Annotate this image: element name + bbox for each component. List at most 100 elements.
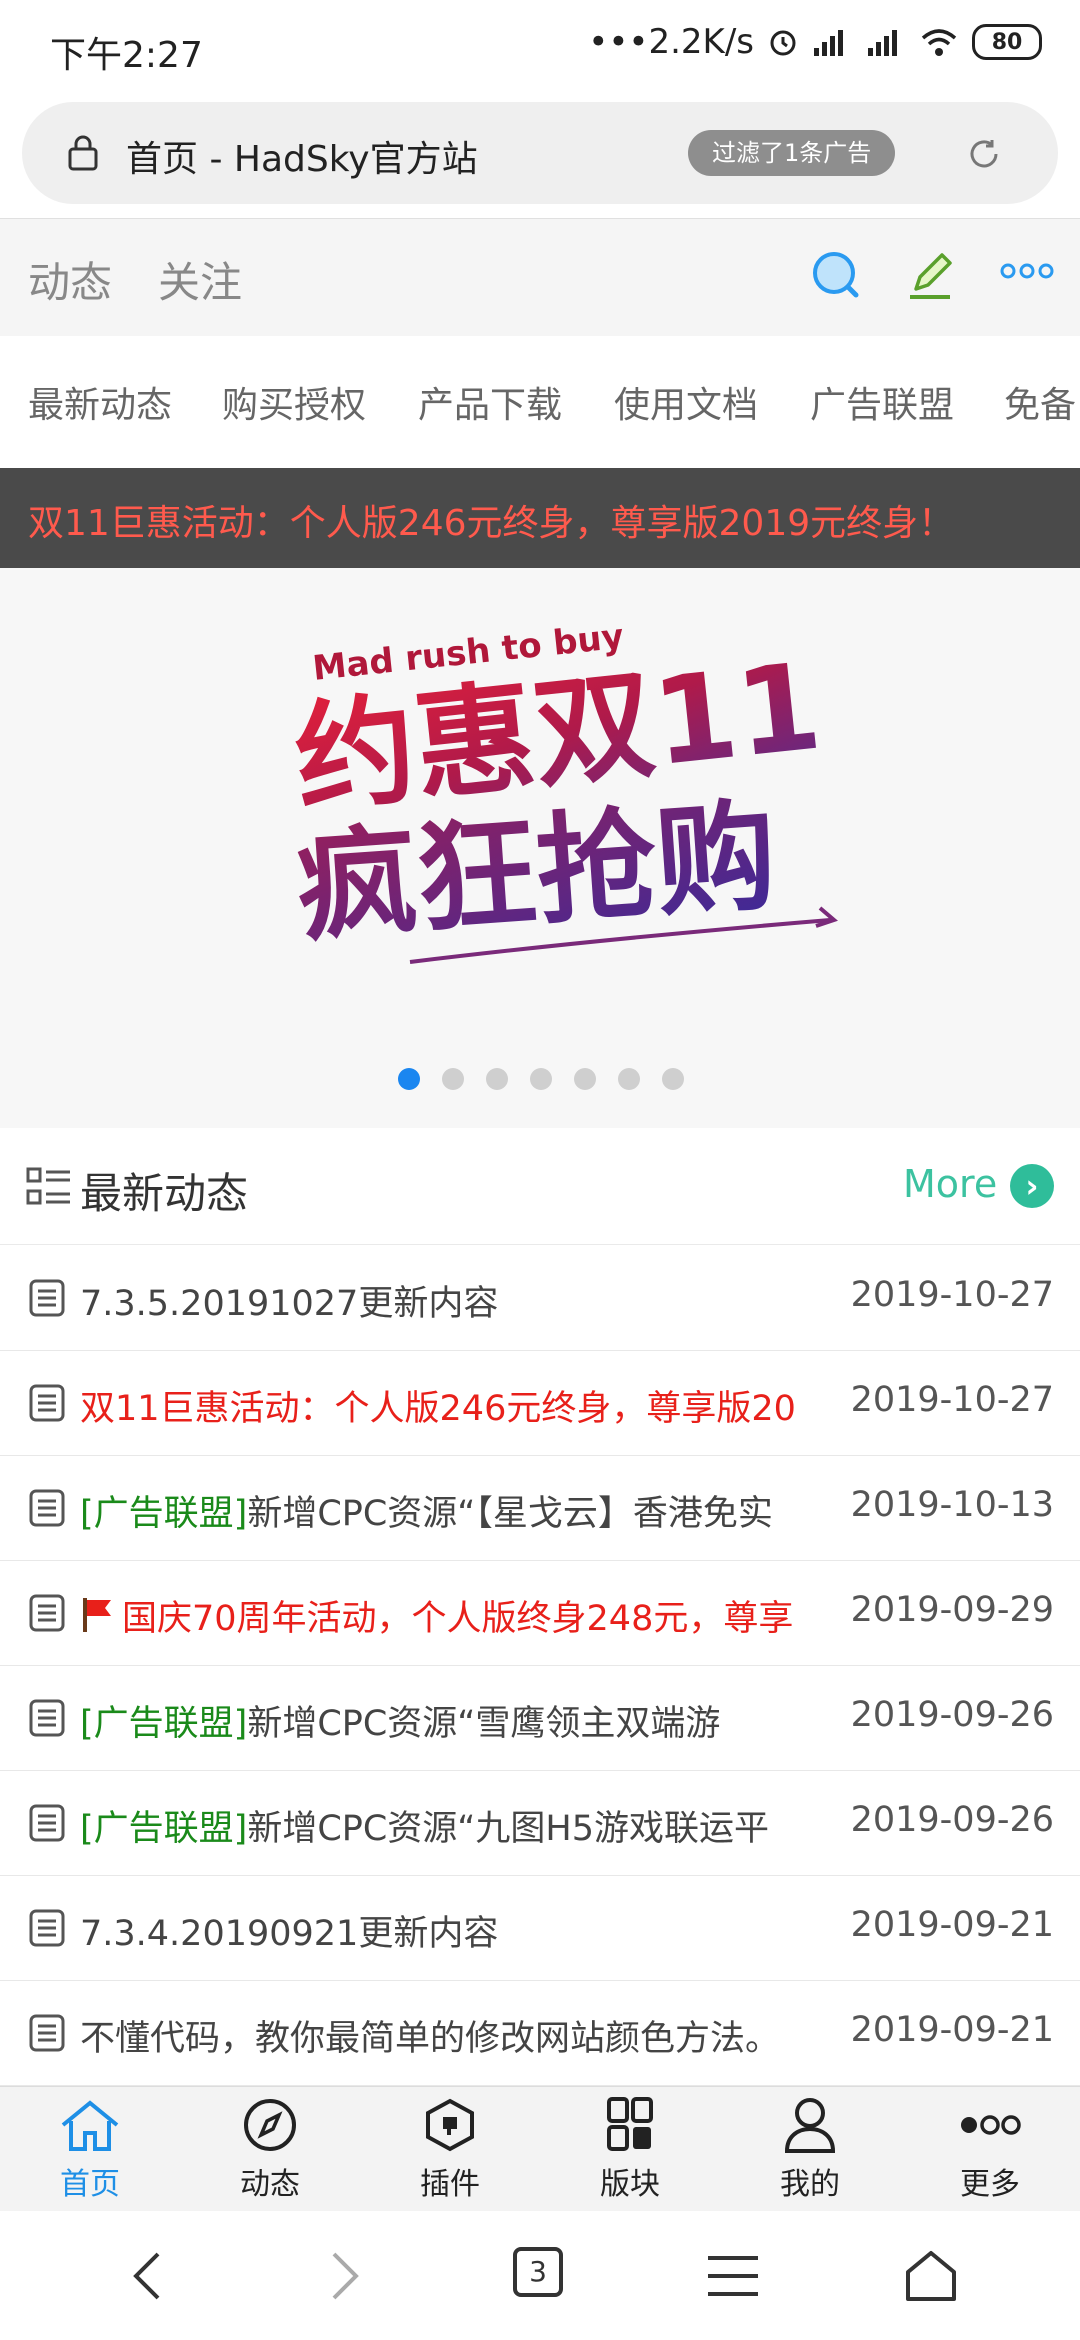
news-prefix-tag: [广告联盟]: [80, 1704, 248, 1744]
news-date: 2019-10-13: [850, 1485, 1054, 1525]
tab-mine[interactable]: 我的: [740, 2097, 880, 2203]
category-item[interactable]: 最新动态: [28, 376, 172, 428]
more-dots-icon: [961, 2115, 1021, 2135]
news-prefix-tag: [广告联盟]: [80, 1809, 248, 1849]
category-item[interactable]: 免备: [1004, 376, 1076, 428]
section-title: 最新动态: [80, 1169, 249, 1218]
news-title-text: 国庆70周年活动，个人版终身248元，尊享: [122, 1599, 794, 1639]
news-row[interactable]: [广告联盟]新增CPC资源“雪鹰领主双端游 2019-09-26: [0, 1666, 1080, 1771]
news-title[interactable]: [广告联盟]新增CPC资源“【星戈云】香港免实: [80, 1485, 836, 1536]
category-item[interactable]: 广告联盟: [810, 376, 954, 428]
forward-icon[interactable]: [322, 2250, 366, 2302]
news-date: 2019-09-21: [850, 2010, 1054, 2050]
document-icon: [29, 1804, 65, 1842]
signal-icon: [868, 30, 897, 56]
edit-icon[interactable]: [906, 249, 956, 301]
home-icon[interactable]: [904, 2250, 958, 2302]
flag-icon: [83, 1598, 111, 1632]
news-title[interactable]: 7.3.5.20191027更新内容: [80, 1275, 836, 1326]
tab-boards-label: 版块: [600, 2167, 660, 2202]
news-title[interactable]: [广告联盟]新增CPC资源“雪鹰领主双端游: [80, 1695, 836, 1746]
news-row[interactable]: 7.3.5.20191027更新内容 2019-10-27: [0, 1246, 1080, 1351]
news-date: 2019-10-27: [850, 1275, 1054, 1315]
carousel-dot[interactable]: [530, 1068, 552, 1090]
tab-home[interactable]: 首页: [20, 2097, 160, 2203]
tab-plugins[interactable]: 插件: [380, 2097, 520, 2203]
news-title[interactable]: 国庆70周年活动，个人版终身248元，尊享: [80, 1590, 836, 1641]
user-icon: [784, 2098, 836, 2153]
compass-icon: [244, 2099, 296, 2151]
news-title-text: 7.3.5.20191027更新内容: [80, 1284, 499, 1324]
document-icon: [29, 1279, 65, 1317]
news-date: 2019-09-26: [850, 1800, 1054, 1840]
promo-banner[interactable]: Mad rush to buy 约惠双11 疯狂抢购: [0, 568, 1080, 1128]
news-title-text: 新增CPC资源“九图H5游戏联运平: [247, 1809, 770, 1849]
news-date: 2019-09-26: [850, 1695, 1054, 1735]
category-item[interactable]: 产品下载: [418, 376, 562, 428]
alarm-icon: [770, 30, 796, 56]
home-icon: [61, 2100, 119, 2151]
news-row[interactable]: 双11巨惠活动：个人版246元终身，尊享版20 2019-10-27: [0, 1351, 1080, 1456]
page-title[interactable]: 首页 - HadSky官方站: [126, 130, 478, 182]
document-icon: [29, 1909, 65, 1947]
news-row[interactable]: [广告联盟]新增CPC资源“九图H5游戏联运平 2019-09-26: [0, 1771, 1080, 1876]
address-bar[interactable]: 首页 - HadSky官方站 过滤了1条广告: [22, 102, 1058, 204]
news-prefix-tag: [广告联盟]: [80, 1494, 248, 1534]
news-title[interactable]: [广告联盟]新增CPC资源“九图H5游戏联运平: [80, 1800, 836, 1851]
tabs-icon[interactable]: 3: [512, 2246, 564, 2298]
ad-filter-badge[interactable]: 过滤了1条广告: [688, 130, 896, 176]
status-indicators: •••2.2K/s 80: [588, 22, 1042, 62]
news-row[interactable]: 7.3.4.20190921更新内容 2019-09-21: [0, 1876, 1080, 1981]
status-time: 下午2:27: [50, 35, 203, 76]
news-title-text: 7.3.4.20190921更新内容: [80, 1914, 499, 1954]
bottom-tab-bar: 首页 动态 插件 版块 我的 更多: [0, 2086, 1080, 2211]
top-nav: 动态 关注: [0, 218, 1080, 338]
document-icon: [29, 1489, 65, 1527]
lock-icon: [68, 135, 98, 171]
announcement-text[interactable]: 双11巨惠活动：个人版246元终身，尊享版2019元终身！: [28, 494, 954, 546]
tab-dynamic[interactable]: 动态: [200, 2097, 340, 2203]
carousel-dot[interactable]: [442, 1068, 464, 1090]
tab-boards[interactable]: 版块: [560, 2097, 700, 2203]
news-title[interactable]: 不懂代码，教你最简单的修改网站颜色方法。: [80, 2010, 836, 2061]
document-icon: [29, 1594, 65, 1632]
category-item[interactable]: 使用文档: [614, 376, 758, 428]
news-date: 2019-09-29: [850, 1590, 1054, 1630]
carousel-dot[interactable]: [574, 1068, 596, 1090]
system-nav: 3: [0, 2212, 1080, 2340]
news-row[interactable]: 不懂代码，教你最简单的修改网站颜色方法。 2019-09-21: [0, 1981, 1080, 2086]
news-date: 2019-09-21: [850, 1905, 1054, 1945]
more-icon[interactable]: [1000, 259, 1054, 283]
news-title[interactable]: 双11巨惠活动：个人版246元终身，尊享版20: [80, 1380, 836, 1431]
carousel-dots: [398, 1068, 684, 1090]
tab-more-label: 更多: [960, 2167, 1020, 2202]
battery-indicator: 80: [972, 24, 1042, 60]
carousel-dot[interactable]: [398, 1068, 420, 1090]
carousel-dot[interactable]: [618, 1068, 640, 1090]
banner-graphic: Mad rush to buy 约惠双11 疯狂抢购: [290, 617, 838, 964]
tab-mine-label: 我的: [780, 2167, 840, 2202]
tab-dongtai[interactable]: 动态: [28, 249, 112, 310]
carousel-dot[interactable]: [662, 1068, 684, 1090]
news-title[interactable]: 7.3.4.20190921更新内容: [80, 1905, 836, 1956]
news-row[interactable]: 国庆70周年活动，个人版终身248元，尊享 2019-09-29: [0, 1561, 1080, 1666]
tab-home-label: 首页: [60, 2167, 120, 2202]
plugin-icon: [426, 2098, 474, 2152]
category-item[interactable]: 购买授权: [222, 376, 366, 428]
news-list: 7.3.5.20191027更新内容 2019-10-27 双11巨惠活动：个人版2…: [0, 1246, 1080, 2086]
more-link[interactable]: More: [903, 1162, 997, 1206]
carousel-dot[interactable]: [486, 1068, 508, 1090]
search-icon[interactable]: [810, 249, 862, 301]
reload-icon[interactable]: [964, 134, 1004, 174]
list-icon: [26, 1167, 70, 1205]
tab-plugins-label: 插件: [420, 2167, 480, 2202]
announcement-bar[interactable]: 双11巨惠活动：个人版246元终身，尊享版2019元终身！: [0, 468, 1080, 568]
tab-more[interactable]: 更多: [920, 2097, 1060, 2203]
chevron-right-icon[interactable]: ›: [1010, 1164, 1054, 1208]
news-title-text: 不懂代码，教你最简单的修改网站颜色方法。: [80, 2019, 781, 2059]
menu-icon[interactable]: [706, 2250, 760, 2302]
tab-guanzhu[interactable]: 关注: [158, 249, 242, 310]
signal-hd-icon: [814, 30, 843, 56]
back-icon[interactable]: [126, 2250, 170, 2302]
news-row[interactable]: [广告联盟]新增CPC资源“【星戈云】香港免实 2019-10-13: [0, 1456, 1080, 1561]
